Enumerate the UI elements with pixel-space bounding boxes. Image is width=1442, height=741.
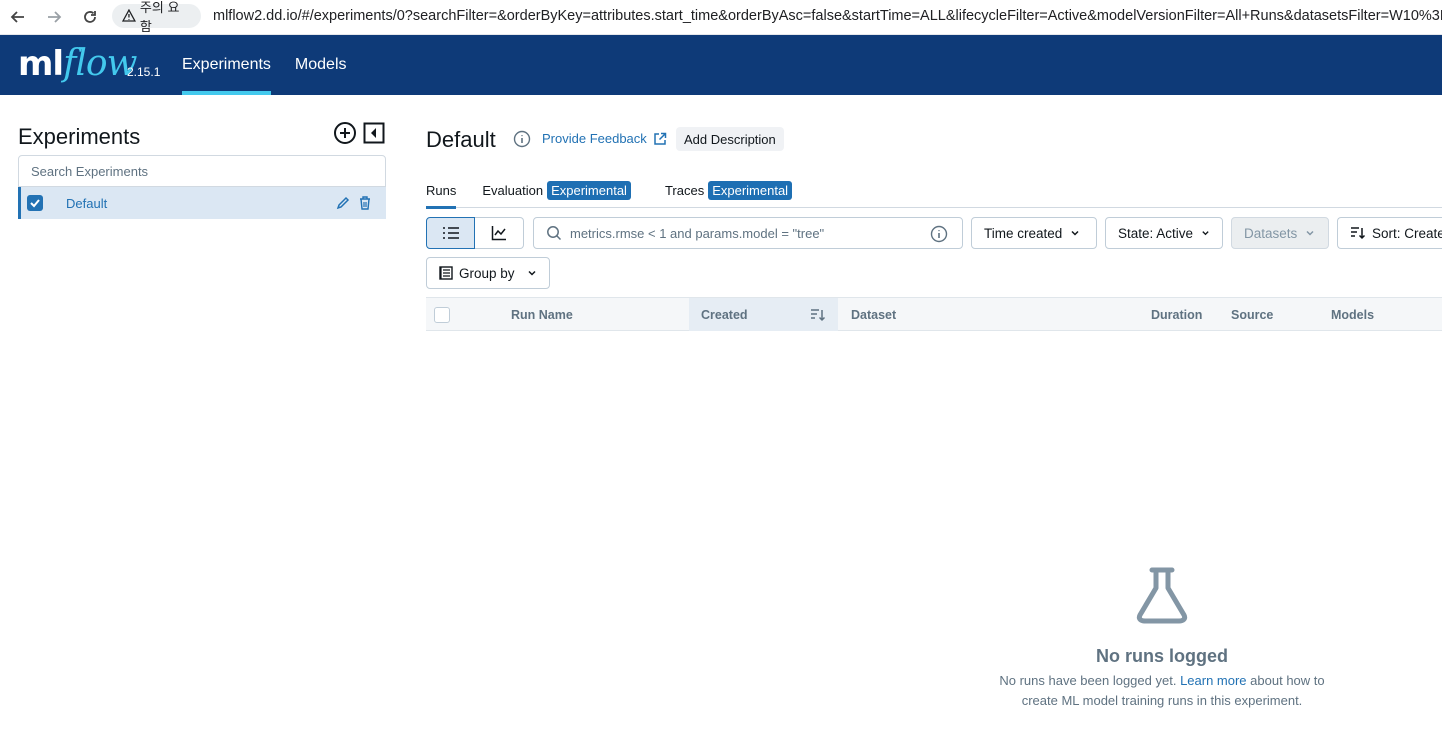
- nav-models[interactable]: Models: [295, 35, 347, 95]
- mlflow-logo[interactable]: ml flow: [18, 43, 137, 84]
- column-duration[interactable]: Duration: [1151, 298, 1202, 331]
- tab-traces[interactable]: Traces Experimental: [664, 181, 793, 208]
- chart-view-button[interactable]: [475, 217, 524, 249]
- security-chip[interactable]: 주의 요함: [112, 0, 201, 34]
- add-description-button[interactable]: Add Description: [676, 127, 784, 151]
- experiment-item-default[interactable]: Default: [18, 187, 386, 219]
- sort-label: Sort: Created: [1372, 225, 1442, 241]
- app-header: ml flow 2.15.1 Experiments Models: [0, 35, 1442, 95]
- edit-pencil-icon[interactable]: [335, 195, 351, 216]
- time-created-dropdown[interactable]: Time created: [971, 217, 1097, 249]
- beaker-icon: [1136, 567, 1188, 624]
- chevron-down-icon: [1071, 230, 1079, 236]
- logo-ml-text: ml: [18, 44, 64, 84]
- sidebar-title: Experiments: [18, 124, 141, 149]
- collapse-sidebar-icon[interactable]: [362, 121, 386, 145]
- learn-more-link[interactable]: Learn more: [1180, 673, 1246, 688]
- column-run-name[interactable]: Run Name: [511, 298, 573, 331]
- version-label: 2.15.1: [127, 65, 161, 79]
- time-created-label: Time created: [984, 225, 1063, 241]
- chevron-down-icon: [528, 270, 536, 276]
- chevron-down-icon: [1202, 231, 1209, 236]
- experiment-checkbox[interactable]: [27, 195, 43, 211]
- column-models[interactable]: Models: [1331, 298, 1374, 331]
- add-experiment-icon[interactable]: [333, 121, 357, 145]
- feedback-label: Provide Feedback: [542, 131, 647, 146]
- group-table-icon: [439, 266, 453, 280]
- tab-runs-label: Runs: [426, 183, 457, 198]
- logo-flow-text: flow: [63, 43, 137, 84]
- runs-table-header: Run Name Created Dataset Duration Source…: [426, 297, 1442, 331]
- datasets-dropdown[interactable]: Datasets: [1231, 217, 1329, 249]
- search-runs-placeholder: metrics.rmse < 1 and params.model = "tre…: [570, 225, 825, 241]
- tab-evaluation[interactable]: Evaluation Experimental: [482, 181, 631, 208]
- runs-toolbar: metrics.rmse < 1 and params.model = "tre…: [426, 217, 1442, 249]
- search-runs-input[interactable]: metrics.rmse < 1 and params.model = "tre…: [533, 217, 963, 249]
- delete-trash-icon[interactable]: [358, 195, 372, 216]
- search-icon: [547, 226, 562, 241]
- column-source[interactable]: Source: [1231, 298, 1273, 331]
- provide-feedback-link[interactable]: Provide Feedback: [542, 131, 667, 146]
- info-icon[interactable]: [513, 130, 531, 153]
- column-created[interactable]: Created: [701, 298, 748, 331]
- forward-icon[interactable]: [36, 0, 72, 35]
- search-syntax-info-icon[interactable]: [930, 225, 948, 246]
- state-label: State: Active: [1118, 225, 1194, 241]
- browser-toolbar: 주의 요함 mlflow2.dd.io/#/experiments/0?sear…: [0, 0, 1442, 35]
- empty-state-title: No runs logged: [1096, 646, 1228, 666]
- sort-dropdown[interactable]: Sort: Created: [1337, 217, 1442, 249]
- back-icon[interactable]: [0, 0, 36, 35]
- view-mode-toggle: [426, 217, 524, 249]
- nav-experiments[interactable]: Experiments: [182, 35, 271, 95]
- sort-icon: [1351, 227, 1366, 240]
- column-dataset[interactable]: Dataset: [851, 298, 896, 331]
- empty-state: No runs logged No runs have been logged …: [986, 565, 1338, 711]
- search-experiments-input[interactable]: Search Experiments: [18, 155, 386, 187]
- list-icon: [442, 227, 459, 239]
- datasets-label: Datasets: [1244, 225, 1298, 241]
- chart-line-icon: [491, 226, 506, 241]
- tab-evaluation-label: Evaluation: [482, 183, 544, 198]
- external-link-icon: [654, 132, 667, 145]
- security-chip-label: 주의 요함: [139, 0, 180, 34]
- url-text[interactable]: mlflow2.dd.io/#/experiments/0?searchFilt…: [213, 8, 1442, 24]
- experiment-tabs: Runs Evaluation Experimental Traces Expe…: [426, 181, 1442, 209]
- empty-state-description: No runs have been logged yet. Learn more…: [986, 671, 1338, 711]
- top-nav: Experiments Models: [182, 35, 371, 95]
- tab-traces-label: Traces: [664, 183, 705, 198]
- experiment-name[interactable]: Default: [66, 196, 107, 211]
- experimental-badge: Experimental: [708, 181, 793, 200]
- chevron-down-icon: [1306, 230, 1314, 236]
- reload-icon[interactable]: [72, 0, 108, 35]
- experimental-badge: Experimental: [547, 181, 631, 200]
- empty-desc-before: No runs have been logged yet.: [999, 673, 1177, 688]
- check-icon: [30, 199, 40, 208]
- table-view-button[interactable]: [426, 217, 475, 249]
- page-title: Default: [426, 127, 496, 152]
- group-by-label: Group by: [459, 265, 515, 281]
- state-dropdown[interactable]: State: Active: [1105, 217, 1223, 249]
- select-all-checkbox[interactable]: [434, 307, 450, 323]
- sort-descending-icon[interactable]: [810, 307, 826, 328]
- tab-runs[interactable]: Runs: [426, 183, 457, 209]
- warning-icon: [122, 9, 136, 22]
- group-by-button[interactable]: Group by: [426, 257, 550, 289]
- address-bar[interactable]: 주의 요함 mlflow2.dd.io/#/experiments/0?sear…: [112, 0, 1442, 34]
